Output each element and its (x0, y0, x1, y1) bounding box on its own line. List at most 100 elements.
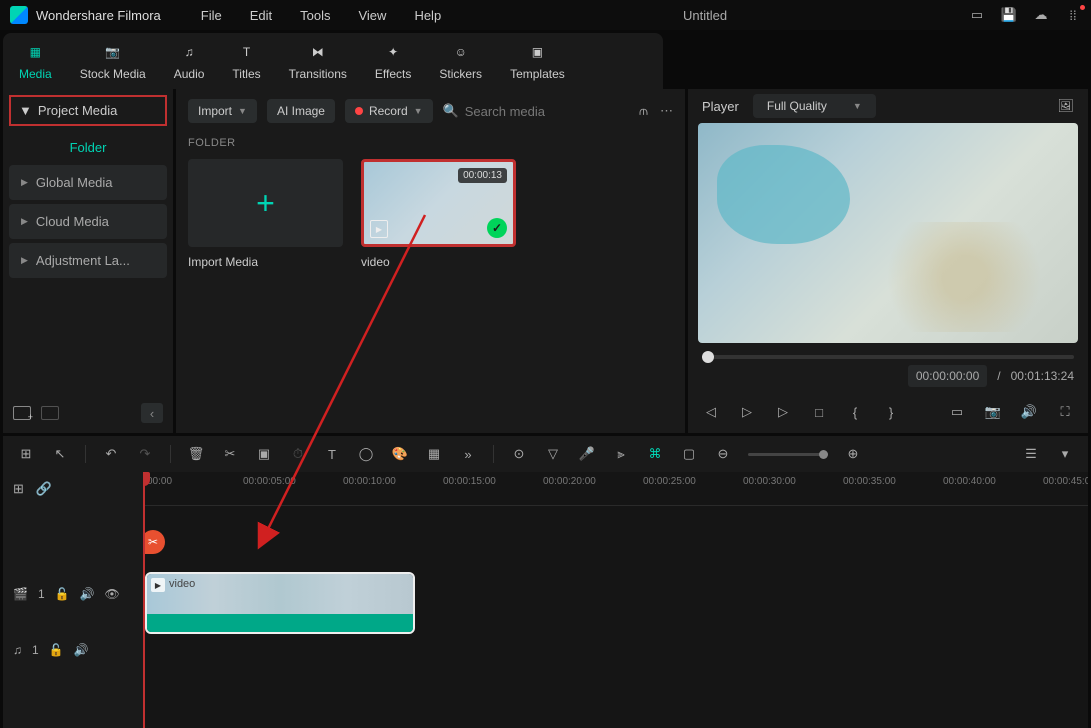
add-track-icon[interactable]: ⊞ (17, 445, 35, 463)
timeline-ruler[interactable]: 00:00 00:00:05:00 00:00:10:00 00:00:15:0… (143, 472, 1088, 506)
video-track-header[interactable]: 🎬 1 🔓 🔊 👁 (3, 566, 143, 622)
add-track-button[interactable]: ⊞ (13, 481, 24, 497)
fullscreen-icon[interactable]: ⛶ (1056, 403, 1074, 421)
tab-stickers[interactable]: ☺ Stickers (439, 41, 482, 81)
quality-dropdown[interactable]: Full Quality ▼ (753, 94, 876, 118)
volume-icon[interactable]: 🔊 (1020, 403, 1038, 421)
prev-frame-button[interactable]: ◁ (702, 403, 720, 421)
link-tool-icon[interactable]: ▢ (680, 445, 698, 463)
marker-icon[interactable]: ▽ (544, 445, 562, 463)
tab-media[interactable]: ▦ Media (19, 41, 52, 81)
templates-icon: ▣ (526, 41, 548, 63)
menu-view[interactable]: View (358, 8, 386, 23)
preview-panel: Player Full Quality ▼ 🖼 00:00:00:00 / 00… (688, 89, 1088, 433)
delete-icon[interactable]: 🗑 (187, 445, 205, 463)
display-icon[interactable]: ▭ (948, 403, 966, 421)
record-dropdown[interactable]: Record ▼ (345, 99, 433, 123)
palette-icon[interactable]: 🎨 (391, 445, 409, 463)
playhead[interactable] (143, 472, 145, 728)
chevron-down-icon: ▼ (414, 106, 423, 116)
filter-icon[interactable]: ⫙ (639, 103, 648, 119)
magnet-icon[interactable]: ⌘ (646, 445, 664, 463)
quality-label: Full Quality (767, 99, 827, 113)
save-icon[interactable]: 💾 (1001, 7, 1017, 23)
tab-templates[interactable]: ▣ Templates (510, 41, 565, 81)
folder-label[interactable]: Folder (3, 132, 173, 163)
tab-audio[interactable]: ♫ Audio (174, 41, 205, 81)
zoom-out-icon[interactable]: ⊖ (714, 445, 732, 463)
menu-tools[interactable]: Tools (300, 8, 330, 23)
mark-out-button[interactable]: } (882, 403, 900, 421)
mute-icon[interactable]: 🔊 (80, 587, 95, 601)
preview-viewport[interactable] (698, 123, 1078, 343)
sidebar-adjustment-layer[interactable]: ▶ Adjustment La... (9, 243, 167, 278)
video-track-num: 1 (38, 587, 45, 601)
more-icon[interactable]: ⋯ (660, 103, 673, 119)
clip-label: video (169, 578, 195, 590)
search-input[interactable]: 🔍 Search media (443, 103, 629, 119)
lock-icon[interactable]: 🔓 (49, 643, 64, 657)
stop-button[interactable]: □ (810, 403, 828, 421)
play-backward-button[interactable]: ▷ (738, 403, 756, 421)
redo-icon[interactable]: ↷ (136, 445, 154, 463)
collapse-sidebar-button[interactable]: ‹ (141, 403, 163, 423)
track-headers: ⊞ 🔗 🎬 1 🔓 🔊 👁 ♫ 1 🔓 🔊 (3, 472, 143, 728)
snapshot-icon[interactable]: 🖼 (1057, 98, 1074, 114)
cursor-icon[interactable]: ↖ (51, 445, 69, 463)
audio-track-header[interactable]: ♫ 1 🔓 🔊 (3, 622, 143, 678)
lock-icon[interactable]: 🔓 (55, 587, 70, 601)
split-icon[interactable]: ✂ (221, 445, 239, 463)
import-dropdown[interactable]: Import ▼ (188, 99, 257, 123)
mixer-icon[interactable]: ⫸ (612, 445, 630, 463)
cloud-icon[interactable]: ☁ (1033, 7, 1049, 23)
seek-bar[interactable] (702, 355, 1074, 359)
more-tools-icon[interactable]: » (459, 445, 477, 463)
speed-icon[interactable]: ⏱ (289, 445, 307, 463)
greenscreen-icon[interactable]: ▦ (425, 445, 443, 463)
seek-handle[interactable] (702, 351, 714, 363)
visibility-icon[interactable]: 👁 (105, 587, 120, 601)
mark-in-button[interactable]: { (846, 403, 864, 421)
sidebar-global-media[interactable]: ▶ Global Media (9, 165, 167, 200)
menu-help[interactable]: Help (414, 8, 441, 23)
tab-transitions-label: Transitions (289, 67, 347, 81)
mute-icon[interactable]: 🔊 (74, 643, 89, 657)
text-icon: T (236, 41, 258, 63)
new-folder-icon[interactable]: + (13, 406, 31, 420)
undo-icon[interactable]: ↶ (102, 445, 120, 463)
settings-dropdown-icon[interactable]: ▾ (1056, 445, 1074, 463)
apps-icon[interactable]: ⁞⁞ (1065, 7, 1081, 23)
record-label: Record (369, 104, 408, 118)
timeline-body[interactable]: 00:00 00:00:05:00 00:00:10:00 00:00:15:0… (143, 472, 1088, 728)
sidebar-project-media[interactable]: ▼ Project Media (9, 95, 167, 126)
music-icon: ♫ (178, 41, 200, 63)
tab-titles[interactable]: T Titles (232, 41, 260, 81)
list-view-icon[interactable]: ☰ (1022, 445, 1040, 463)
tab-media-label: Media (19, 67, 52, 81)
video-track[interactable]: ▶ video (143, 566, 1088, 622)
zoom-in-icon[interactable]: ⊕ (844, 445, 862, 463)
link-icon[interactable]: 🔗 (36, 481, 52, 497)
mic-icon[interactable]: 🎤 (578, 445, 596, 463)
media-item-video[interactable]: 00:00:13 ▶ ✓ video (361, 159, 516, 269)
ai-image-button[interactable]: AI Image (267, 99, 335, 123)
play-button[interactable]: ▷ (774, 403, 792, 421)
marker-dot-icon[interactable]: ⊙ (510, 445, 528, 463)
menu-edit[interactable]: Edit (250, 8, 272, 23)
audio-track[interactable] (143, 622, 1088, 678)
folder-icon[interactable] (41, 406, 59, 420)
tab-transitions[interactable]: ⧓ Transitions (289, 41, 347, 81)
snapshot-button[interactable]: 📷 (984, 403, 1002, 421)
tick: 00:00:15:00 (443, 476, 496, 487)
device-icon[interactable]: ▭ (969, 7, 985, 23)
effects-icon: ✦ (382, 41, 404, 63)
import-media-tile[interactable]: + Import Media (188, 159, 343, 269)
crop-icon[interactable]: ▣ (255, 445, 273, 463)
sidebar-cloud-media[interactable]: ▶ Cloud Media (9, 204, 167, 239)
tab-effects[interactable]: ✦ Effects (375, 41, 411, 81)
color-icon[interactable]: ◯ (357, 445, 375, 463)
text-tool-icon[interactable]: T (323, 445, 341, 463)
menu-file[interactable]: File (201, 8, 222, 23)
tab-stock-media[interactable]: 📷 Stock Media (80, 41, 146, 81)
zoom-slider[interactable] (748, 453, 828, 456)
